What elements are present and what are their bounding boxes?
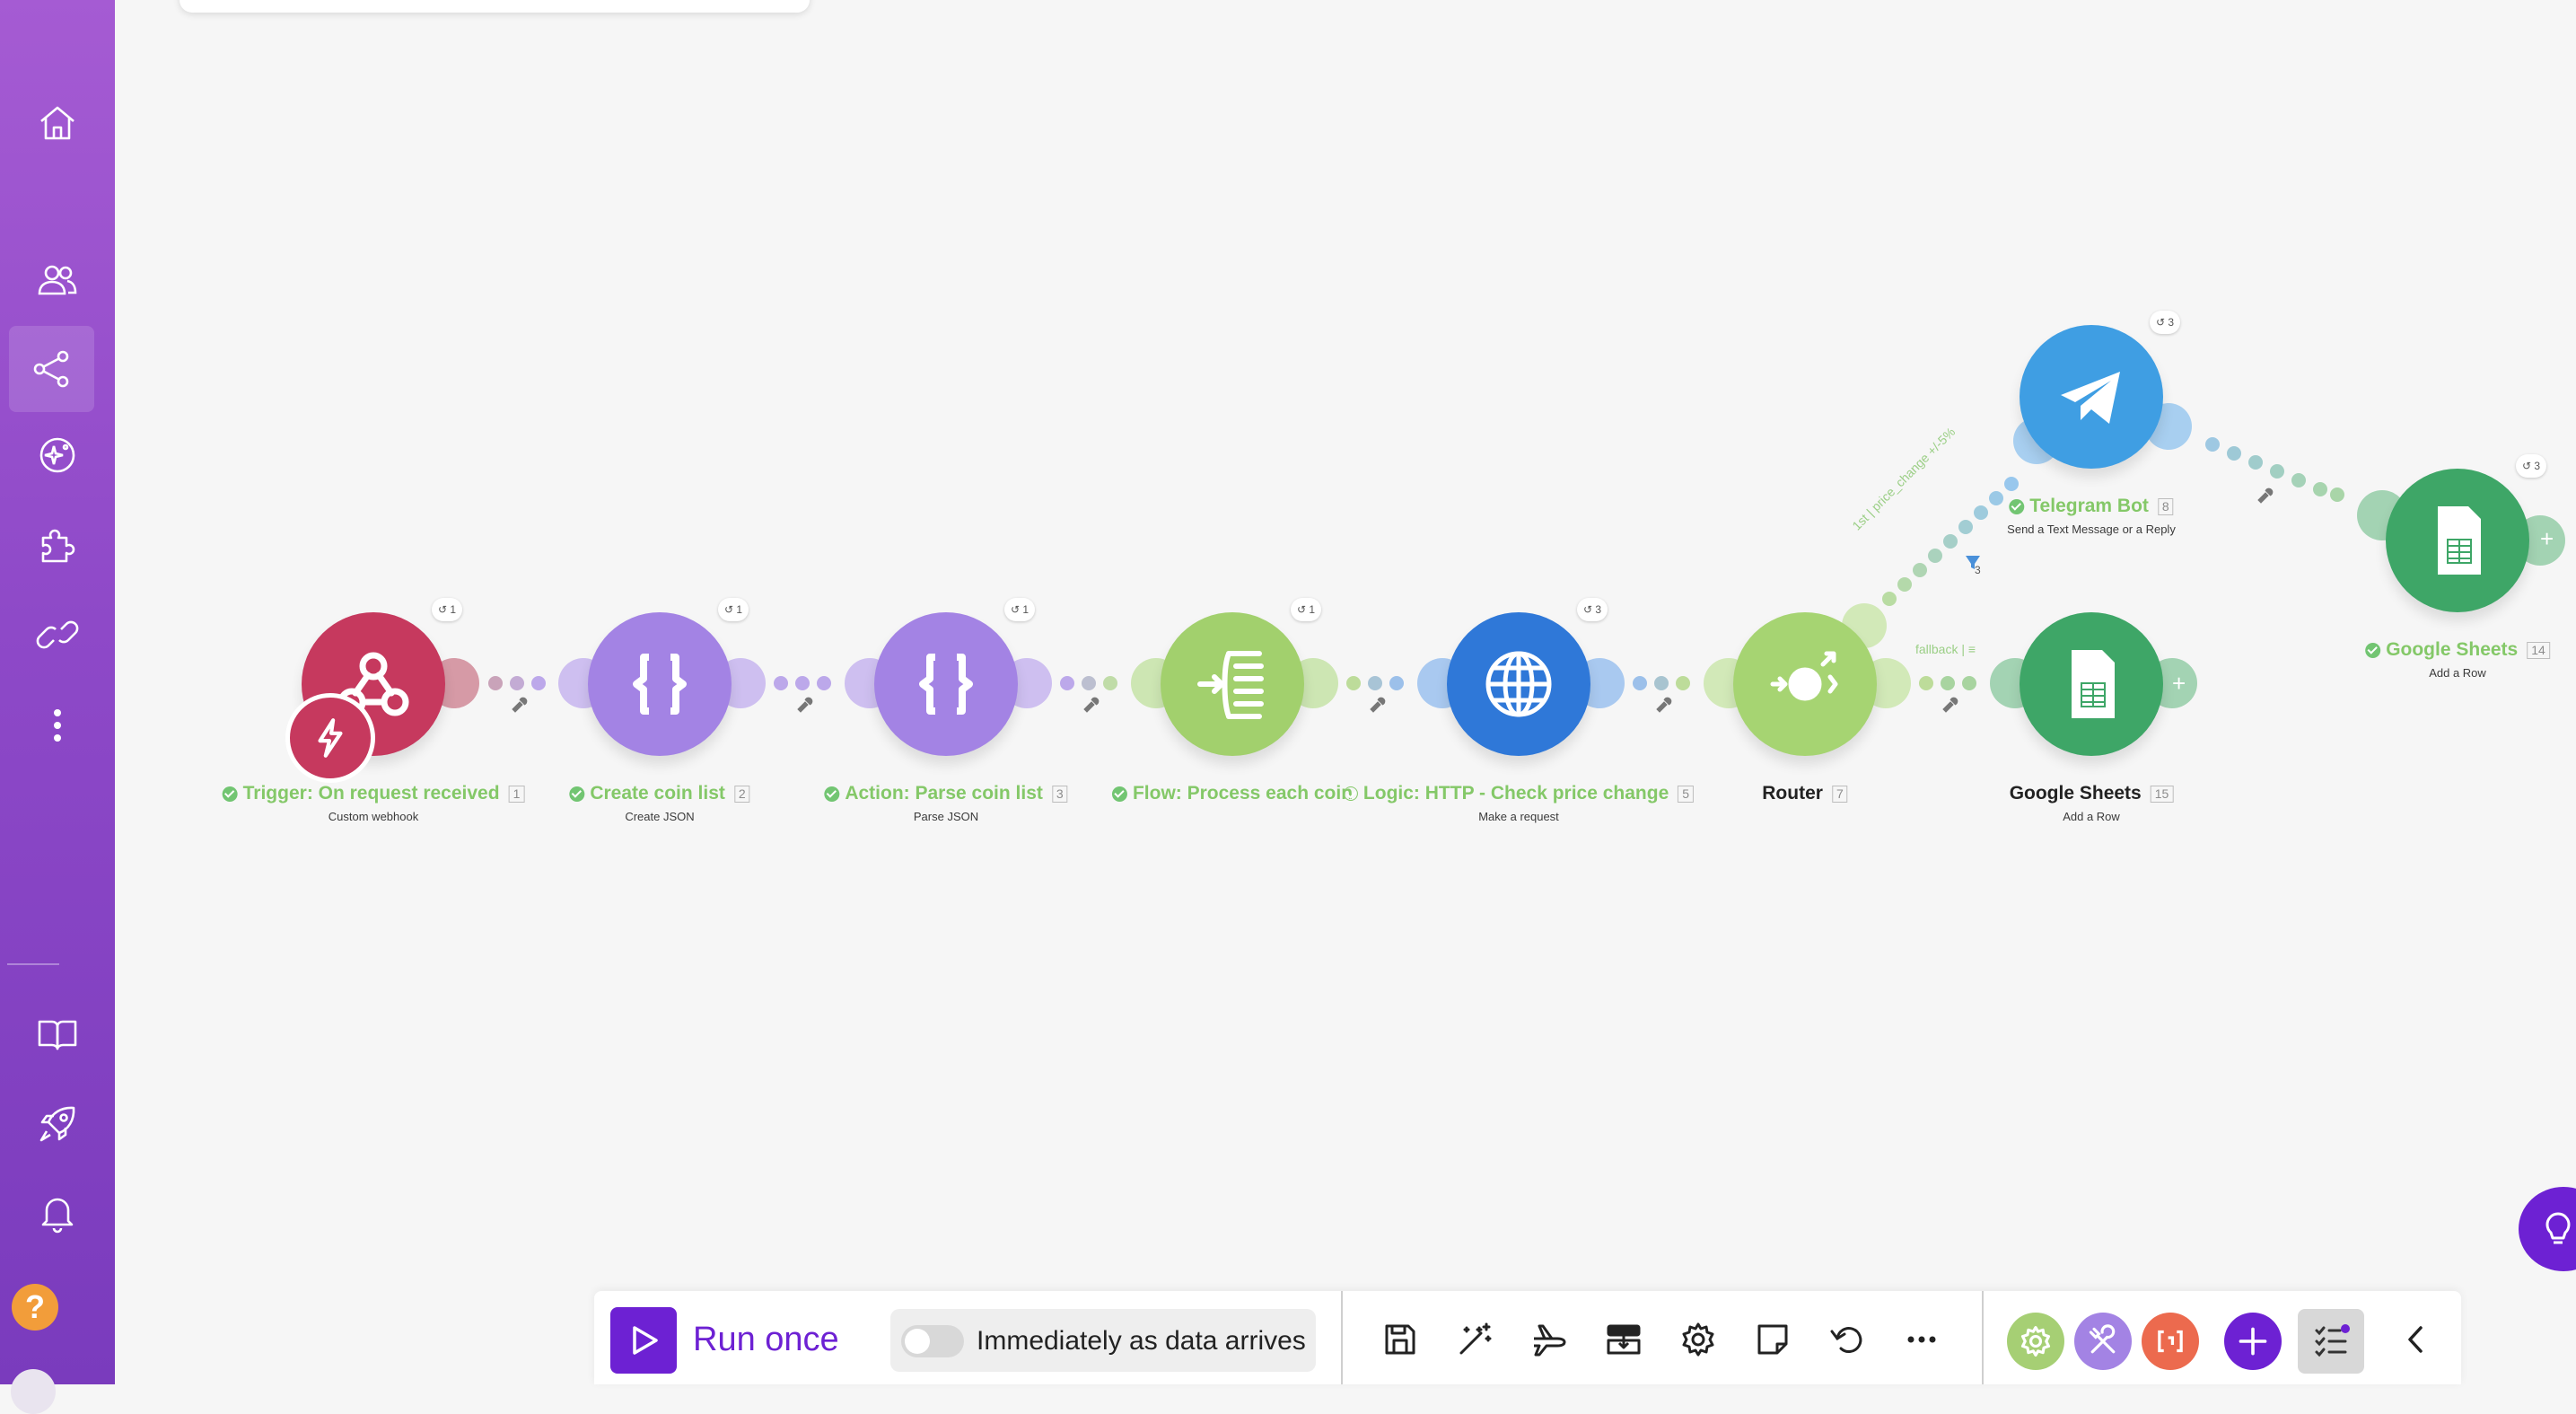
save-button[interactable] <box>1371 1311 1429 1368</box>
module-icon <box>588 612 732 756</box>
route-label-fallback[interactable]: fallback | ≡ <box>1915 642 1976 656</box>
telegram-icon <box>2061 372 2120 424</box>
run-once-button[interactable] <box>610 1307 677 1374</box>
text-parser-icon <box>2158 1330 2183 1353</box>
module-icon <box>2020 325 2163 469</box>
link-webhook-json <box>488 676 546 690</box>
play-icon <box>633 1326 658 1355</box>
auto-align-button[interactable] <box>1446 1311 1503 1368</box>
operations-badge: ↺ 1 <box>1291 598 1321 621</box>
notes-icon <box>1757 1324 1788 1355</box>
explain-flow-button[interactable] <box>1520 1311 1578 1368</box>
module-subtitle: Make a request <box>1478 810 1559 823</box>
more-horizontal-icon <box>1907 1336 1936 1343</box>
link-http-router <box>1633 676 1690 690</box>
text-parser-button[interactable] <box>2142 1313 2199 1370</box>
module-icon <box>1447 612 1590 756</box>
operations-badge: ↺ 1 <box>1004 598 1035 621</box>
module-subtitle: Create JSON <box>625 810 695 823</box>
auto-align-icon <box>1459 1322 1492 1355</box>
tools-gear-button[interactable] <box>2007 1313 2064 1370</box>
link-telegram-sheets <box>2205 437 2344 502</box>
run-once-label[interactable]: Run once <box>693 1314 839 1365</box>
google-sheets-icon <box>2438 506 2481 575</box>
module-label: Google Sheets 15 <box>2010 783 2174 804</box>
settings-button[interactable] <box>1669 1311 1727 1368</box>
json-icon <box>633 654 687 715</box>
link-json-parse <box>774 676 831 690</box>
module-label: Telegram Bot 8 <box>2009 496 2174 517</box>
plus-icon <box>2239 1327 2267 1356</box>
router-icon <box>1770 651 1838 701</box>
json-icon <box>919 654 973 715</box>
google-sheets-icon <box>2072 650 2115 718</box>
module-subtitle: Add a Row <box>2063 810 2120 823</box>
operations-badge: ↺ 3 <box>1577 598 1608 621</box>
add-module-button[interactable] <box>2224 1313 2282 1370</box>
filter-count: 3 <box>1975 564 1981 576</box>
link-router-sheets <box>1919 676 1976 690</box>
module-icon <box>874 612 1018 756</box>
module-label: Router 7 <box>1762 783 1848 804</box>
check-icon <box>2009 498 2025 514</box>
collapse-toolbar-button[interactable] <box>2388 1311 2445 1368</box>
module-label: Action: Parse coin list 3 <box>824 783 1068 804</box>
module-subtitle: Parse JSON <box>913 810 979 823</box>
toolbar-divider <box>1982 1291 1984 1384</box>
save-icon <box>1385 1324 1415 1355</box>
check-icon <box>569 786 585 802</box>
module-subtitle: Custom webhook <box>328 810 419 823</box>
chevron-left-icon <box>2408 1326 2423 1353</box>
operations-badge: ↺ 1 <box>432 598 462 621</box>
check-icon <box>1343 786 1358 802</box>
checklist-icon <box>2315 1324 2350 1357</box>
operations-badge: ↺ 1 <box>718 598 749 621</box>
operations-badge: ↺ 3 <box>2516 454 2546 478</box>
module-label: Flow: Process each coin <box>1111 783 1353 804</box>
lightning-icon <box>318 718 343 758</box>
more-options-button[interactable] <box>1893 1311 1950 1368</box>
module-icon <box>1161 612 1304 756</box>
check-icon <box>1111 786 1127 802</box>
module-icon <box>2020 612 2163 756</box>
add-module-icon[interactable]: + <box>2540 527 2554 550</box>
module-icon <box>2386 469 2529 612</box>
schedule-label: Immediately as data arrives <box>977 1326 1306 1356</box>
globe-icon <box>1485 651 1552 717</box>
instant-trigger-badge <box>285 693 375 783</box>
module-subtitle: Send a Text Message or a Reply <box>2007 523 2176 536</box>
scenario-io-icon <box>1607 1324 1641 1355</box>
check-icon <box>2365 642 2381 658</box>
undo-button[interactable] <box>1818 1311 1876 1368</box>
scenario-io-button[interactable] <box>1595 1311 1652 1368</box>
link-parse-iterator <box>1060 676 1117 690</box>
module-label: Create coin list 2 <box>569 783 750 804</box>
module-icon <box>1733 612 1877 756</box>
iterator-icon <box>1197 651 1264 719</box>
add-module-icon[interactable]: + <box>2172 672 2186 695</box>
module-label: Logic: HTTP - Check price change 5 <box>1343 783 1695 804</box>
link-router-telegram <box>1882 477 2019 606</box>
toolbar-divider <box>1341 1291 1343 1384</box>
checklist-button[interactable] <box>2298 1309 2364 1374</box>
module-subtitle: Add a Row <box>2429 666 2486 680</box>
lightbulb-icon <box>2545 1212 2571 1244</box>
operations-badge: ↺ 3 <box>2150 311 2180 334</box>
tools-gear-icon <box>2020 1326 2051 1357</box>
tools-wrench-button[interactable] <box>2074 1313 2132 1370</box>
undo-icon <box>1830 1327 1862 1353</box>
settings-icon <box>1682 1322 1714 1357</box>
tools-wrench-icon <box>2089 1324 2116 1354</box>
module-label: Trigger: On request received 1 <box>222 783 525 804</box>
check-icon <box>222 786 238 802</box>
module-label: Google Sheets 14 <box>2365 639 2550 661</box>
check-icon <box>824 786 840 802</box>
link-iterator-http <box>1346 676 1404 690</box>
explain-flow-icon <box>1534 1324 1566 1357</box>
notes-button[interactable] <box>1744 1311 1801 1368</box>
schedule-toggle[interactable] <box>901 1325 964 1357</box>
